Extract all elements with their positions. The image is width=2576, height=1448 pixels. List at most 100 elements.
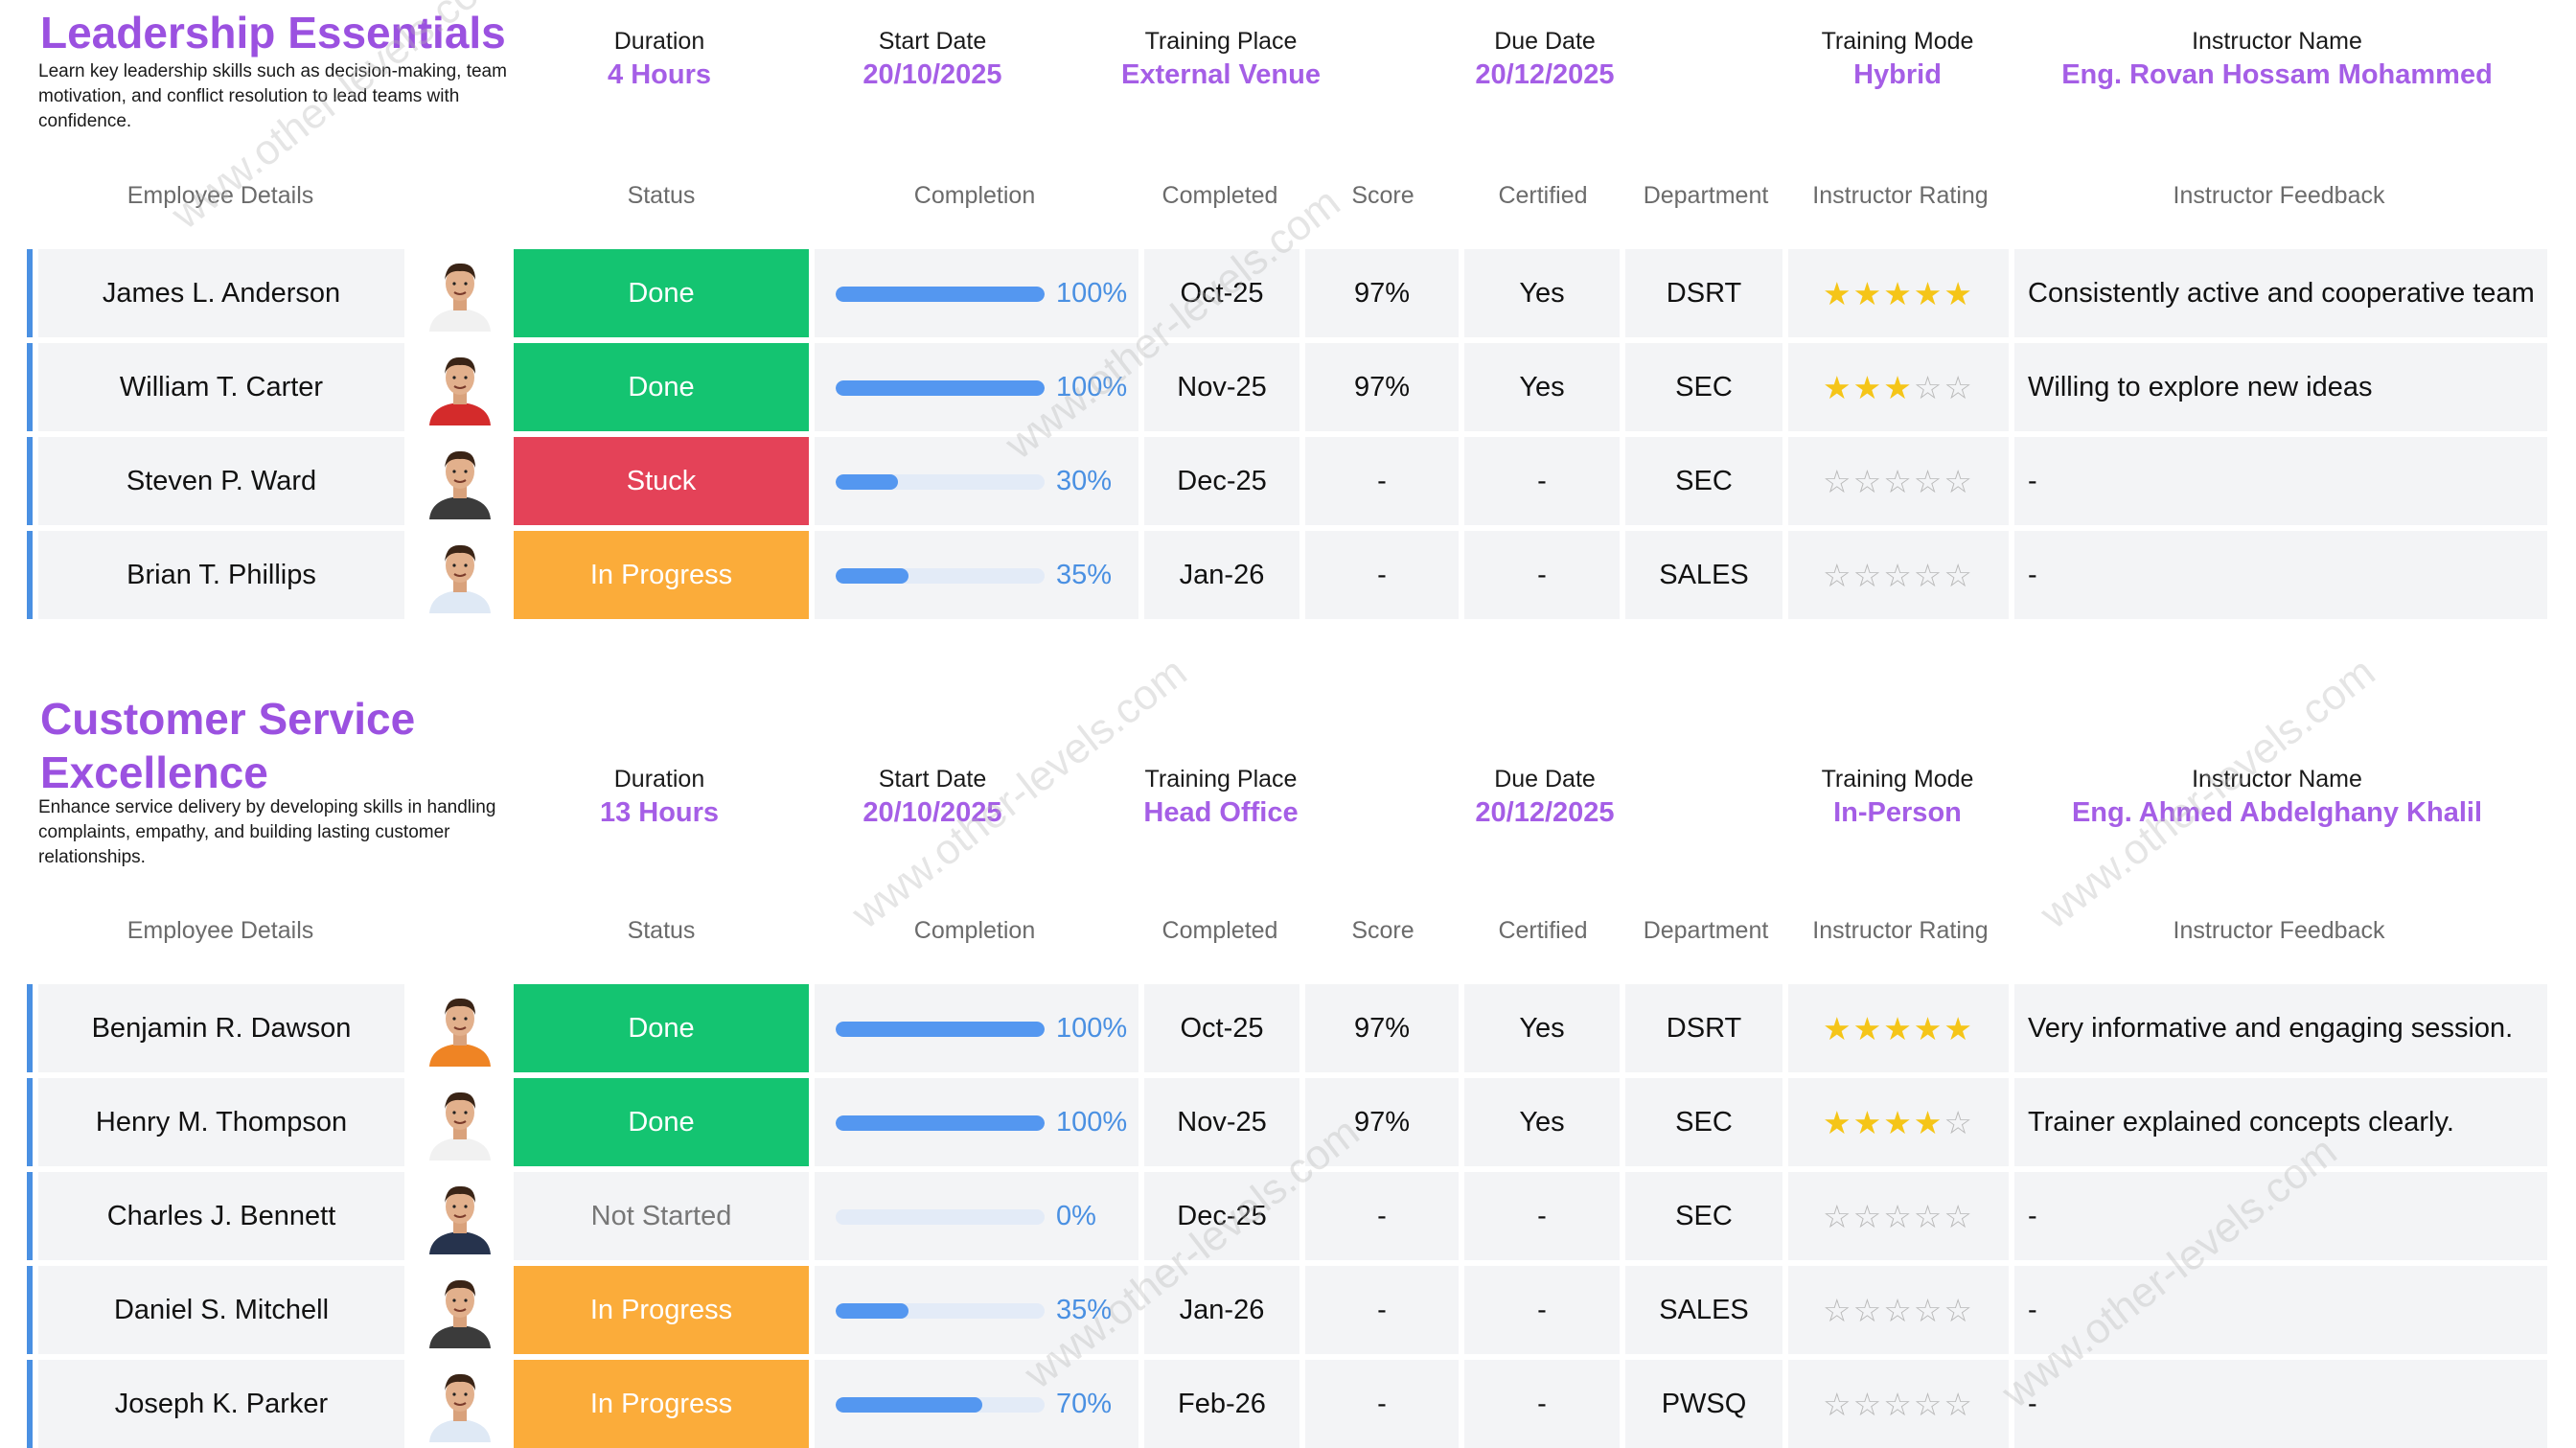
employee-row[interactable]: Steven P. Ward Stuck 30% Dec-25- - SEC ☆☆☆☆☆ - <box>0 437 2576 525</box>
completion-percent: 30% <box>1056 466 1113 496</box>
star-empty-icon: ☆ <box>1913 463 1944 499</box>
instructor-feedback: - <box>2014 531 2547 619</box>
employee-row[interactable]: Henry M. Thompson Done 100% Nov-25 97% Yes SEC… <box>0 1078 2576 1166</box>
star-filled-icon: ★ <box>1823 369 1853 405</box>
status-badge[interactable]: Done <box>514 1078 809 1166</box>
department-value: SEC <box>1625 343 1782 431</box>
department-value: PWSQ <box>1625 1360 1782 1448</box>
certified-value: Yes <box>1464 249 1620 337</box>
row-accent-bar <box>27 343 33 431</box>
employee-row[interactable]: James L. Anderson Done 100% Oct-25 97% Yes DSR… <box>0 249 2576 337</box>
info-value: 20/12/2025 <box>1475 59 1615 90</box>
instructor-rating[interactable]: ☆☆☆☆☆ <box>1788 531 2009 619</box>
completion-progress-fill <box>836 1303 909 1319</box>
completion-progress-bar <box>836 568 1045 584</box>
status-badge[interactable]: In Progress <box>514 1266 809 1354</box>
employee-row[interactable]: Joseph K. Parker In Progress 70% Feb-26- - PW… <box>0 1360 2576 1448</box>
status-badge[interactable]: Done <box>514 249 809 337</box>
course-info-duration: Duration 13 Hours <box>600 763 719 830</box>
status-badge[interactable]: Done <box>514 984 809 1072</box>
star-empty-icon: ☆ <box>1913 369 1944 405</box>
employee-row[interactable]: Daniel S. Mitchell In Progress 35% Jan-26- -… <box>0 1266 2576 1354</box>
instructor-rating[interactable]: ☆☆☆☆☆ <box>1788 1360 2009 1448</box>
row-accent-bar <box>27 531 33 619</box>
completion-progress-bar <box>836 380 1045 396</box>
completion-progress-fill <box>836 568 909 584</box>
instructor-rating[interactable]: ★★★★★ <box>1788 984 2009 1072</box>
avatar-cell <box>410 1266 510 1354</box>
man-white-shirt-avatar <box>426 255 494 332</box>
column-header-completion: Completion <box>913 917 1036 944</box>
course-info-training-mode: Training Mode In-Person <box>1822 763 1974 830</box>
avatar-cell <box>410 1360 510 1448</box>
completion-progress-bar <box>836 1115 1045 1131</box>
completion-progress-bar <box>836 1022 1045 1037</box>
star-empty-icon: ☆ <box>1852 557 1884 593</box>
completion-cell: 100% <box>815 343 1138 431</box>
star-empty-icon: ☆ <box>1944 1292 1974 1328</box>
column-header-completed: Completed <box>1162 917 1278 944</box>
course-info-training-place: Training Place Head Office <box>1143 763 1298 830</box>
star-empty-icon: ☆ <box>1823 557 1853 593</box>
instructor-rating[interactable]: ☆☆☆☆☆ <box>1788 1172 2009 1260</box>
employee-row[interactable]: Charles J. Bennett Not Started 0% Dec-25- - S… <box>0 1172 2576 1260</box>
row-accent-bar <box>27 437 33 525</box>
info-label: Instructor Name <box>2192 28 2362 55</box>
star-filled-icon: ★ <box>1823 1104 1853 1140</box>
status-badge[interactable]: Stuck <box>514 437 809 525</box>
star-empty-icon: ☆ <box>1852 1292 1884 1328</box>
course-info-due-date: Due Date 20/12/2025 <box>1475 25 1614 92</box>
status-badge[interactable]: In Progress <box>514 1360 809 1448</box>
instructor-rating[interactable]: ★★★★☆ <box>1788 1078 2009 1166</box>
star-filled-icon: ★ <box>1944 275 1974 311</box>
avatar-cell <box>410 249 510 337</box>
instructor-feedback: - <box>2014 437 2547 525</box>
man-dark-shirt-avatar <box>426 443 494 519</box>
completion-cell: 0% <box>815 1172 1138 1260</box>
employee-row[interactable]: Benjamin R. Dawson Done 100% Oct-25 97% Yes DS… <box>0 984 2576 1072</box>
instructor-rating[interactable]: ★★★☆☆ <box>1788 343 2009 431</box>
star-empty-icon: ☆ <box>1913 1386 1944 1422</box>
completion-progress-bar <box>836 1209 1045 1225</box>
completed-date: Nov-25 <box>1144 343 1300 431</box>
completed-date: Oct-25 <box>1144 249 1300 337</box>
employee-row[interactable]: William T. Carter Done 100% Nov-25 97% Yes SEC… <box>0 343 2576 431</box>
employee-name: Daniel S. Mitchell <box>38 1266 404 1354</box>
star-empty-icon: ☆ <box>1852 1386 1884 1422</box>
star-filled-icon: ★ <box>1823 275 1853 311</box>
info-value: 20/10/2025 <box>862 797 1002 828</box>
star-empty-icon: ☆ <box>1913 1292 1944 1328</box>
status-badge[interactable]: Done <box>514 343 809 431</box>
completion-progress-bar <box>836 287 1045 302</box>
star-empty-icon: ☆ <box>1852 1198 1884 1234</box>
status-badge[interactable]: Not Started <box>514 1172 809 1260</box>
column-header-instructor-rating: Instructor Rating <box>1812 182 1989 209</box>
score-value: - <box>1305 1360 1459 1448</box>
info-label: Instructor Name <box>2192 766 2362 793</box>
completion-cell: 30% <box>815 437 1138 525</box>
info-value: 4 Hours <box>608 59 711 90</box>
star-empty-icon: ☆ <box>1944 463 1974 499</box>
info-value: In-Person <box>1833 797 1962 828</box>
info-value: 20/10/2025 <box>862 59 1002 90</box>
department-value: SALES <box>1625 531 1782 619</box>
star-empty-icon: ☆ <box>1944 1198 1974 1234</box>
star-empty-icon: ☆ <box>1913 557 1944 593</box>
employee-row[interactable]: Brian T. Phillips In Progress 35% Jan-26- - S… <box>0 531 2576 619</box>
star-empty-icon: ☆ <box>1883 557 1914 593</box>
avatar-cell <box>410 1172 510 1260</box>
certified-value: - <box>1464 1172 1620 1260</box>
info-label: Training Place <box>1144 28 1298 55</box>
rating-stars: ☆☆☆☆☆ <box>1823 463 1974 500</box>
employee-name: Henry M. Thompson <box>38 1078 404 1166</box>
column-header-instructor-rating: Instructor Rating <box>1812 917 1989 944</box>
course-description: Enhance service delivery by developing s… <box>38 797 496 867</box>
status-badge[interactable]: In Progress <box>514 531 809 619</box>
instructor-rating[interactable]: ★★★★★ <box>1788 249 2009 337</box>
completed-date: Nov-25 <box>1144 1078 1300 1166</box>
instructor-rating[interactable]: ☆☆☆☆☆ <box>1788 437 2009 525</box>
department-value: SEC <box>1625 1078 1782 1166</box>
instructor-rating[interactable]: ☆☆☆☆☆ <box>1788 1266 2009 1354</box>
completion-progress-bar <box>836 1397 1045 1413</box>
avatar-cell <box>410 437 510 525</box>
